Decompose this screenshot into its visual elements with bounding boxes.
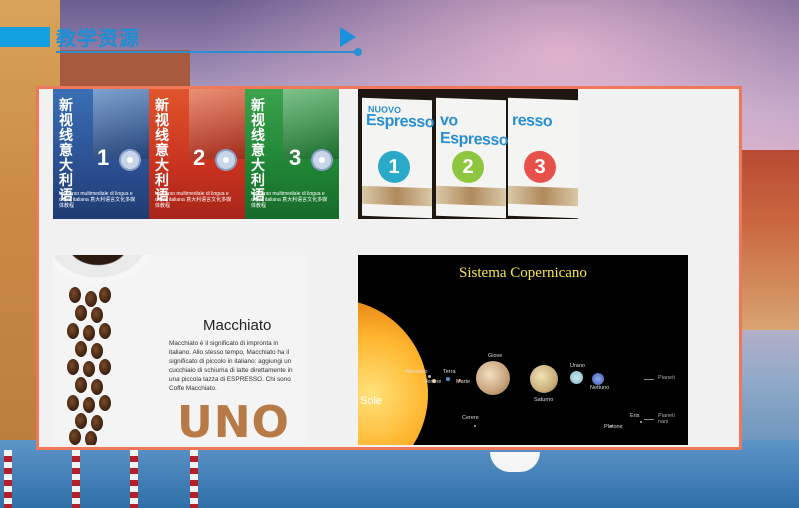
- planet-uranus: [570, 371, 583, 384]
- legend-dash: [644, 379, 654, 380]
- play-arrow-icon: [340, 27, 356, 47]
- planet-saturn: [530, 365, 558, 393]
- espresso-book: vo Espresso 2: [436, 97, 509, 219]
- macchiato-text: Macchiato è il significato di impronta i…: [169, 340, 293, 392]
- header-underline: [56, 51, 356, 53]
- book-cover: 新视线意大利语 1 Un corso multimediale di lingu…: [53, 89, 149, 219]
- book-brand: Espresso: [366, 111, 435, 132]
- planet-neptune: [592, 373, 604, 385]
- book-number: 3: [524, 150, 556, 184]
- header-accent-bar: [0, 27, 50, 47]
- header-dot: [354, 48, 362, 56]
- planet-earth: [446, 377, 450, 381]
- planet-label: Venere: [424, 379, 442, 385]
- sun-label: Sole: [360, 395, 383, 407]
- film-strip: [508, 185, 578, 207]
- uno-logo: UNO: [177, 397, 290, 445]
- planet-jupiter: [476, 361, 510, 395]
- planet-label: Eris: [630, 413, 640, 419]
- solar-title: Sistema Copernicano: [459, 265, 587, 281]
- dwarf-planet-ceres: [474, 425, 476, 427]
- planet-label: Giove: [488, 353, 503, 359]
- macchiato-title: Macchiato: [203, 317, 272, 334]
- solar-system-slide[interactable]: Sistema Copernicano Sole Mercurio Venere…: [358, 255, 688, 445]
- planet-label: Cerere: [462, 415, 479, 421]
- canal-water: [0, 440, 799, 508]
- book-footer: Un corso multimediale di lingua e civilt…: [155, 191, 232, 209]
- coffee-beans-image: [65, 287, 115, 445]
- mooring-pole: [72, 450, 80, 508]
- planet-label: Plutone: [604, 424, 623, 430]
- textbooks-image[interactable]: 新视线意大利语 1 Un corso multimediale di lingu…: [53, 89, 339, 219]
- mooring-pole: [130, 450, 138, 508]
- book-title: 新视线意大利语: [251, 98, 265, 204]
- planet-label: Marte: [456, 379, 471, 385]
- planet-mercury: [428, 375, 431, 378]
- book-brand: vo Espresso: [440, 111, 509, 150]
- book-brand: resso: [512, 111, 553, 131]
- book-number: 2: [193, 145, 206, 170]
- planet-label: Saturno: [534, 397, 554, 403]
- book-number: 1: [378, 150, 410, 184]
- book-title: 新视线意大利语: [59, 98, 73, 204]
- planet-label: Urano: [570, 363, 585, 369]
- espresso-book: NUOVO Espresso 1: [362, 97, 435, 219]
- legend-label: Pianeti: [658, 375, 675, 381]
- book-footer: Un corso multimediale di lingua e civilt…: [251, 191, 328, 209]
- espresso-books-image[interactable]: NUOVO Espresso 1 vo Espresso 2 resso 3: [358, 89, 578, 219]
- mooring-pole: [4, 450, 12, 508]
- page-title: 教学资源: [56, 26, 140, 50]
- coffee-cup-image: [53, 255, 153, 283]
- planet-label: Mercurio: [406, 369, 428, 375]
- dwarf-planet-eris: [640, 421, 642, 423]
- cd-icon: [215, 149, 237, 171]
- book-number: 3: [289, 145, 302, 170]
- building-right: [742, 150, 799, 330]
- macchiato-slide[interactable]: Macchiato Macchiato è il significato di …: [53, 255, 305, 445]
- film-strip: [436, 185, 506, 207]
- book-number: 1: [97, 145, 110, 170]
- book-footer: Un corso multimediale di lingua e civilt…: [59, 191, 136, 209]
- legend-label: Pianeti nani: [658, 413, 675, 425]
- book-cover: 新视线意大利语 3 Un corso multimediale di lingu…: [245, 89, 339, 219]
- book-title: 新视线意大利语: [155, 98, 169, 204]
- mooring-pole: [190, 450, 198, 508]
- cd-icon: [311, 149, 333, 171]
- book-cover: 新视线意大利语 2 Un corso multimediale di lingu…: [149, 89, 245, 219]
- planet-label: Nettuno: [590, 385, 610, 391]
- legend-dash: [644, 419, 654, 420]
- planet-label: Terra: [443, 369, 456, 375]
- film-strip: [362, 185, 432, 207]
- resources-panel: 新视线意大利语 1 Un corso multimediale di lingu…: [36, 86, 742, 450]
- book-number: 2: [452, 150, 484, 184]
- cd-icon: [119, 149, 141, 171]
- espresso-book: resso 3: [508, 97, 578, 219]
